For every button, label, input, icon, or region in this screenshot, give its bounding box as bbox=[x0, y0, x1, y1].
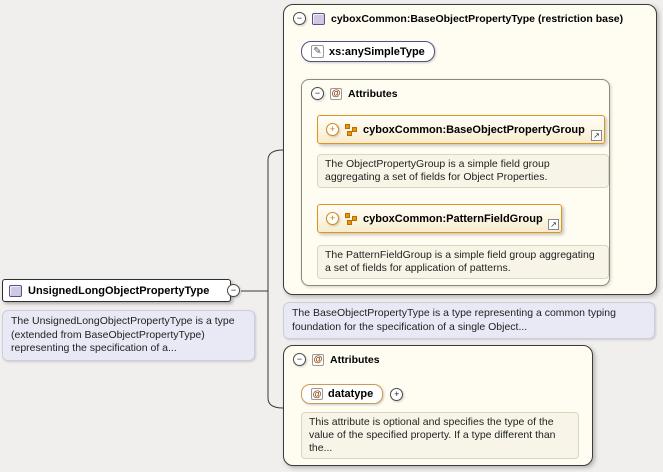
pencil-icon: ✎ bbox=[311, 45, 324, 58]
complex-type-icon bbox=[9, 285, 22, 297]
simple-type-row: ✎ xs:anySimpleType bbox=[301, 41, 435, 62]
attribute-group-icon bbox=[345, 213, 357, 225]
collapse-toggle-local-attributes[interactable]: − bbox=[293, 353, 306, 366]
base-attributes-section: − @ Attributes + cyboxCommon:BaseObjectP… bbox=[301, 79, 610, 286]
attribute-group-base-object-property[interactable]: + cyboxCommon:BaseObjectPropertyGroup ↗ bbox=[317, 115, 605, 144]
main-type-title: UnsignedLongObjectPropertyType bbox=[28, 285, 209, 297]
base-type-tooltip: The BaseObjectPropertyType is a type rep… bbox=[283, 302, 655, 339]
attribute-group-icon bbox=[345, 124, 357, 136]
datatype-attribute-badge[interactable]: @ datatype bbox=[301, 384, 383, 404]
attribute-at-icon: @ bbox=[311, 388, 323, 400]
attribute-group-description: The ObjectPropertyGroup is a simple fiel… bbox=[317, 154, 609, 188]
reference-link-icon[interactable]: ↗ bbox=[591, 130, 602, 141]
reference-link-icon[interactable]: ↗ bbox=[548, 219, 559, 230]
expand-toggle-datatype[interactable]: + bbox=[390, 388, 403, 401]
main-type-tooltip: The UnsignedLongObjectPropertyType is a … bbox=[2, 310, 255, 361]
complex-type-icon bbox=[312, 13, 325, 25]
collapse-toggle-base-attributes[interactable]: − bbox=[311, 87, 324, 100]
attribute-group-description: The PatternFieldGroup is a simple field … bbox=[317, 245, 609, 279]
local-attributes-title: Attributes bbox=[330, 354, 380, 366]
collapse-toggle-base[interactable]: − bbox=[293, 12, 306, 25]
attribute-at-icon: @ bbox=[330, 88, 342, 100]
main-type-node[interactable]: UnsignedLongObjectPropertyType bbox=[2, 279, 231, 302]
attribute-group-name: cyboxCommon:PatternFieldGroup bbox=[363, 213, 543, 225]
base-type-header: − cyboxCommon:BaseObjectPropertyType (re… bbox=[293, 12, 623, 25]
datatype-attribute-description: This attribute is optional and specifies… bbox=[301, 412, 579, 459]
simple-type-badge[interactable]: ✎ xs:anySimpleType bbox=[301, 41, 435, 62]
base-attributes-title: Attributes bbox=[348, 88, 398, 100]
simple-type-label: xs:anySimpleType bbox=[329, 46, 425, 58]
base-type-title: cyboxCommon:BaseObjectPropertyType (rest… bbox=[331, 13, 623, 25]
datatype-attribute-row: @ datatype + bbox=[301, 384, 403, 404]
local-attributes-container: − @ Attributes @ datatype + This attribu… bbox=[283, 345, 593, 466]
collapse-toggle-main[interactable]: − bbox=[227, 284, 240, 297]
expand-toggle-group2[interactable]: + bbox=[326, 212, 339, 225]
base-attributes-header: − @ Attributes bbox=[311, 87, 398, 100]
attribute-group-name: cyboxCommon:BaseObjectPropertyGroup bbox=[363, 124, 585, 136]
schema-diagram: UnsignedLongObjectPropertyType − The Uns… bbox=[0, 0, 663, 472]
base-type-container: − cyboxCommon:BaseObjectPropertyType (re… bbox=[283, 4, 657, 295]
datatype-attribute-name: datatype bbox=[328, 388, 373, 400]
attribute-at-icon: @ bbox=[312, 354, 324, 366]
attribute-group-pattern-field[interactable]: + cyboxCommon:PatternFieldGroup ↗ bbox=[317, 204, 562, 233]
local-attributes-header: − @ Attributes bbox=[293, 353, 380, 366]
expand-toggle-group1[interactable]: + bbox=[326, 123, 339, 136]
